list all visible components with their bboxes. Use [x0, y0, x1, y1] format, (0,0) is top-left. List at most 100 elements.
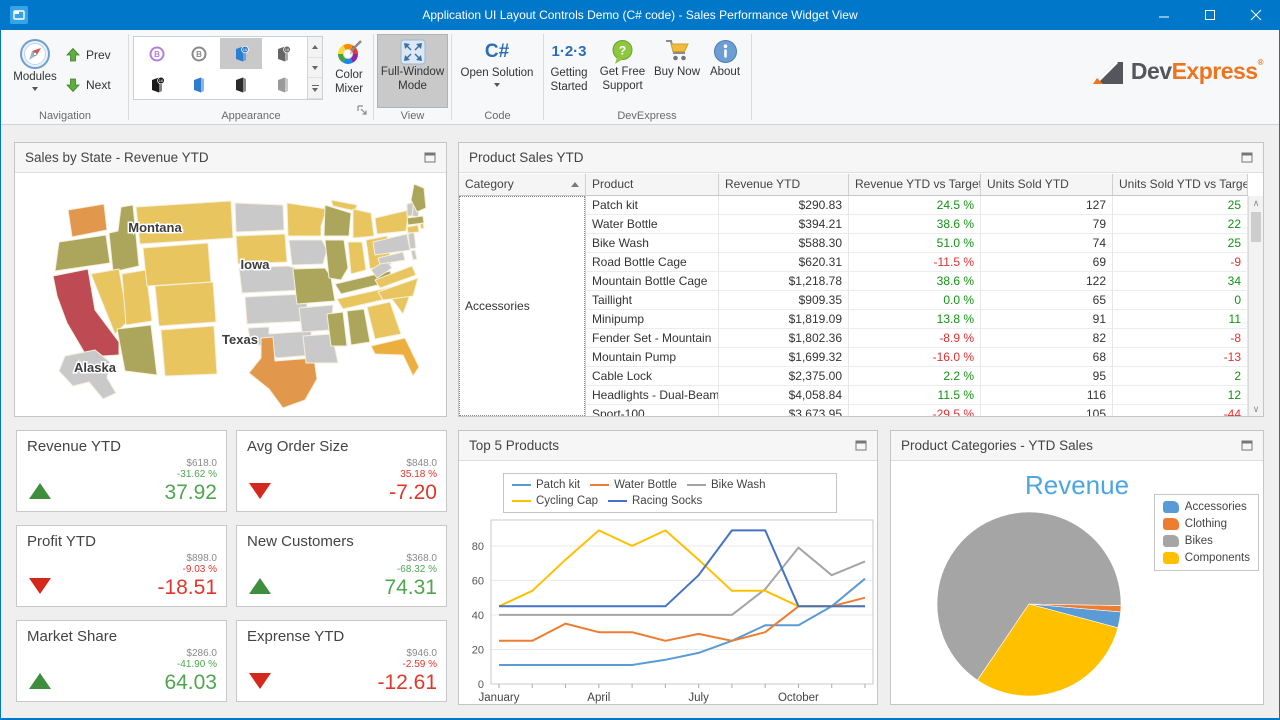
table-row-mountain-bottle-cage[interactable]: Mountain Bottle Cage$1,218.7838.6 %12234: [586, 272, 1248, 291]
state-NM[interactable]: [161, 326, 217, 376]
trend-down-icon: [249, 673, 271, 689]
color-mixer-label-1: Color: [335, 69, 362, 82]
cell: Water Bottle: [586, 215, 719, 233]
prev-button[interactable]: Prev: [65, 44, 111, 66]
column-header-product[interactable]: Product: [586, 174, 719, 196]
table-row-fender-set-mountain[interactable]: Fender Set - Mountain$1,802.36-8.9 %82-8: [586, 329, 1248, 348]
scroll-up-button[interactable]: ∧: [1249, 196, 1263, 211]
cell: $588.30: [719, 234, 849, 252]
table-row-sport-100[interactable]: Sport-100$3,673.95-29.5 %105-44: [586, 405, 1248, 416]
column-header-units-sold-ytd[interactable]: Units Sold YTD: [981, 174, 1113, 196]
color-mixer-button[interactable]: Color Mixer: [327, 34, 371, 110]
table-row-patch-kit[interactable]: Patch kit$290.8324.5 %12725: [586, 196, 1248, 215]
state-MN[interactable]: [287, 203, 327, 236]
column-header-revenue-ytd[interactable]: Revenue YTD: [719, 174, 849, 196]
appearance-item-circle-purple[interactable]: B: [136, 38, 178, 69]
state-ID[interactable]: [109, 205, 139, 272]
cell: $1,802.36: [719, 329, 849, 347]
kpi-metrics: $898.0-9.03 %-18.51: [157, 553, 217, 600]
table-row-minipump[interactable]: Minipump$1,819.0913.8 %9111: [586, 310, 1248, 329]
table-row-bike-wash[interactable]: Bike Wash$588.3051.0 %7425: [586, 234, 1248, 253]
legend-item-patch-kit[interactable]: Patch kit: [512, 479, 580, 491]
appearance-item-office-2016-colorful[interactable]: 16: [220, 38, 262, 69]
collapse-panel-button[interactable]: [855, 440, 867, 451]
table-row-road-bottle-cage[interactable]: Road Bottle Cage$620.31-11.5 %69-9: [586, 253, 1248, 272]
scroll-down-button[interactable]: ∨: [1249, 402, 1263, 416]
state-GA[interactable]: [367, 302, 401, 339]
state-WA[interactable]: [68, 204, 107, 237]
open-solution-button[interactable]: C# Open Solution: [457, 34, 537, 110]
gallery-scroll-up-button[interactable]: [308, 37, 322, 58]
state-CT[interactable]: [407, 225, 419, 233]
legend-item-racing-socks[interactable]: Racing Socks: [608, 495, 702, 507]
prev-label: Prev: [86, 48, 111, 62]
pie-legend-item-components[interactable]: Components: [1163, 552, 1250, 564]
appearance-item-office-2016-dark-gray[interactable]: 16: [262, 38, 304, 69]
category-cell[interactable]: Accessories: [459, 196, 585, 416]
collapse-panel-button[interactable]: [1241, 152, 1253, 163]
kpi-tile-revenue-ytd: Revenue YTD$618.0-31.62 %37.92: [16, 430, 227, 512]
collapse-panel-button[interactable]: [1241, 440, 1253, 451]
about-button[interactable]: About: [703, 34, 747, 110]
buy-now-button[interactable]: Buy Now: [653, 34, 701, 110]
legend-item-water-bottle[interactable]: Water Bottle: [590, 479, 677, 491]
column-header-units-sold-ytd-vs-target[interactable]: Units Sold YTD vs Target: [1113, 174, 1248, 196]
state-NY[interactable]: [375, 210, 409, 234]
cell: -44: [1113, 405, 1248, 416]
column-header-category[interactable]: Category: [459, 174, 585, 196]
state-MS[interactable]: [327, 312, 347, 346]
maximize-button[interactable]: [1187, 0, 1233, 30]
pie-legend-item-accessories[interactable]: Accessories: [1163, 501, 1250, 513]
state-CO[interactable]: [155, 282, 216, 326]
next-button[interactable]: Next: [65, 74, 111, 96]
trend-down-icon: [29, 578, 51, 594]
state-IA[interactable]: [289, 240, 327, 265]
state-IN[interactable]: [348, 242, 366, 274]
table-scrollbar[interactable]: ∧ ∨: [1248, 196, 1263, 416]
appearance-item-office-silver[interactable]: [262, 69, 304, 100]
legend-color-swatch: [1163, 535, 1179, 547]
appearance-item-office-2016-black[interactable]: 16: [136, 69, 178, 100]
gallery-expand-button[interactable]: [308, 78, 322, 99]
table-row-cable-lock[interactable]: Cable Lock$2,375.002.2 %952: [586, 367, 1248, 386]
state-MI[interactable]: [353, 209, 374, 238]
gallery-scroll-down-button[interactable]: [308, 58, 322, 79]
pie-legend-item-bikes[interactable]: Bikes: [1163, 535, 1250, 547]
state-WY[interactable]: [143, 243, 211, 286]
cell: Sport-100: [586, 405, 719, 416]
table-row-headlights-dual-beam[interactable]: Headlights - Dual-Beam$4,058.8411.5 %116…: [586, 386, 1248, 405]
state-ND[interactable]: [235, 203, 284, 232]
table-row-taillight[interactable]: Taillight$909.350.0 %650: [586, 291, 1248, 310]
appearance-item-office-black[interactable]: [220, 69, 262, 100]
state-OR[interactable]: [55, 235, 110, 271]
cell: Taillight: [586, 291, 719, 309]
panel-product-categories: Product Categories - YTD Sales Revenue A…: [890, 430, 1264, 705]
modules-button[interactable]: Modules: [9, 34, 61, 110]
table-row-water-bottle[interactable]: Water Bottle$394.2138.6 %7922: [586, 215, 1248, 234]
state-AZ[interactable]: [117, 325, 157, 375]
appearance-item-circle-gray[interactable]: B: [178, 38, 220, 69]
legend-item-bike-wash[interactable]: Bike Wash: [687, 479, 766, 491]
state-AL[interactable]: [347, 309, 370, 345]
legend-line-swatch: [590, 484, 609, 486]
state-FL[interactable]: [371, 338, 419, 376]
scroll-thumb[interactable]: [1251, 212, 1261, 242]
state-NJ[interactable]: [408, 232, 416, 249]
close-button[interactable]: [1233, 0, 1279, 30]
column-header-revenue-ytd-vs-target[interactable]: Revenue YTD vs Target: [849, 174, 981, 196]
appearance-item-office-blue[interactable]: [178, 69, 220, 100]
collapse-panel-button[interactable]: [424, 152, 436, 163]
getting-started-button[interactable]: 1·2·3 Getting Started: [546, 34, 592, 110]
svg-text:April: April: [587, 692, 610, 704]
get-free-support-button[interactable]: ? Get Free Support: [594, 34, 651, 110]
table-row-mountain-pump[interactable]: Mountain Pump$1,699.32-16.0 %68-13: [586, 348, 1248, 367]
legend-item-cycling-cap[interactable]: Cycling Cap: [512, 495, 598, 507]
state-RI[interactable]: [420, 223, 424, 229]
minimize-button[interactable]: [1141, 0, 1187, 30]
full-window-mode-button[interactable]: Full-Window Mode: [377, 34, 448, 108]
cell: 79: [981, 215, 1113, 233]
trend-up-icon: [249, 578, 271, 594]
state-IL[interactable]: [325, 240, 348, 280]
state-DE[interactable]: [411, 250, 417, 260]
pie-legend-item-clothing[interactable]: Clothing: [1163, 518, 1250, 530]
